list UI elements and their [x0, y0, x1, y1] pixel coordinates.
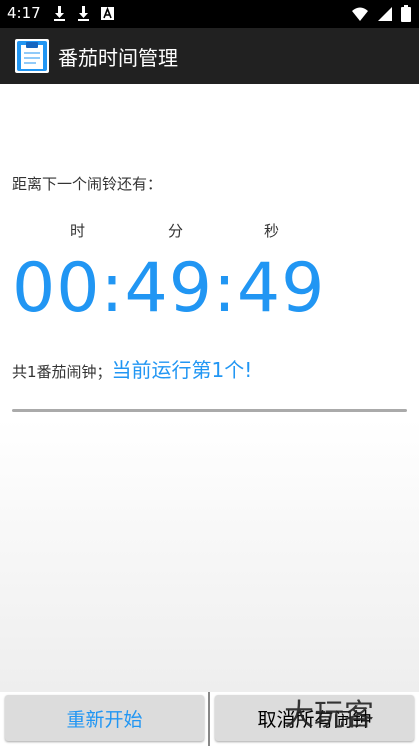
unit-hour-label: 时	[70, 222, 86, 240]
progress-bar	[12, 409, 407, 412]
countdown-timer: 00:49:49	[12, 249, 326, 328]
app-title: 番茄时间管理	[58, 46, 178, 70]
app-bar: 番茄时间管理	[0, 28, 419, 84]
alarm-summary: 共1番茄闹钟； 当前运行第1个!	[12, 354, 252, 383]
clipboard-icon	[15, 39, 49, 73]
restart-button[interactable]: 重新开始	[5, 695, 204, 741]
current-alarm-text: 当前运行第1个!	[111, 358, 253, 382]
status-bar: 4:17	[0, 0, 419, 28]
button-divider	[208, 692, 210, 746]
system-icons	[351, 5, 411, 22]
countdown-label: 距离下一个闹铃还有：	[12, 175, 163, 193]
battery-icon	[401, 5, 411, 22]
total-alarms-text: 共1番茄闹钟；	[12, 363, 112, 381]
download-icon	[54, 6, 65, 21]
download-icon	[78, 6, 89, 21]
notification-icons	[52, 5, 115, 22]
signal-icon	[378, 6, 392, 21]
main-content: 距离下一个闹铃还有： 时 分 秒 00:49:49 共1番茄闹钟； 当前运行第1…	[0, 84, 419, 692]
unit-minute-label: 分	[168, 222, 184, 240]
wifi-icon	[352, 7, 368, 21]
status-time: 4:17	[7, 4, 41, 22]
unit-second-label: 秒	[264, 222, 280, 240]
watermark: 大玩客	[284, 698, 374, 733]
font-icon	[101, 6, 114, 20]
